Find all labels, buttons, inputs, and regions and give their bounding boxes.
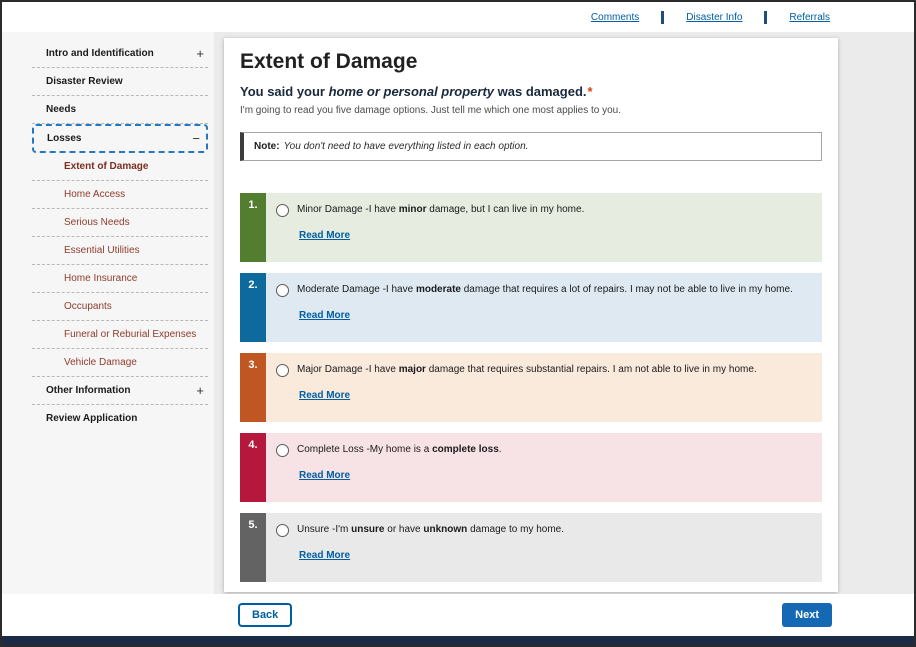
sidebar-item-intro-and-identification[interactable]: Intro and Identification + [32, 40, 208, 68]
note-box: Note: You don't need to have everything l… [240, 132, 822, 161]
note-text: You don't need to have everything listed… [284, 141, 529, 152]
top-link-referrals[interactable]: Referrals [789, 12, 830, 23]
sidebar-item-label: Losses [47, 133, 81, 144]
link-separator [764, 11, 767, 24]
option-text: Complete Loss -My home is a complete los… [297, 443, 502, 457]
damage-option-unsure: 5. Unsure -I'm unsure or have unknown da… [240, 513, 822, 582]
top-navigation: Comments Disaster Info Referrals [2, 2, 914, 32]
back-button[interactable]: Back [238, 603, 292, 627]
read-more-link[interactable]: Read More [299, 390, 350, 401]
option-number: 5. [240, 513, 266, 582]
top-link-disaster-info[interactable]: Disaster Info [686, 12, 742, 23]
main-content: Extent of Damage You said your home or p… [224, 38, 838, 592]
next-button[interactable]: Next [782, 603, 832, 627]
damage-option-major: 3. Major Damage -I have major damage tha… [240, 353, 822, 422]
option-text: Minor Damage -I have minor damage, but I… [297, 203, 584, 217]
damage-options-list: 1. Minor Damage -I have minor damage, bu… [240, 193, 822, 582]
sidebar-item-disaster-review[interactable]: Disaster Review [32, 68, 208, 96]
note-label: Note: [254, 141, 280, 152]
option-number: 2. [240, 273, 266, 342]
option-number: 1. [240, 193, 266, 262]
sidebar-nav: Intro and Identification + Disaster Revi… [32, 40, 208, 432]
radio-button-moderate-damage[interactable] [276, 284, 289, 297]
radio-button-complete-loss[interactable] [276, 444, 289, 457]
radio-button-minor-damage[interactable] [276, 204, 289, 217]
radio-button-unsure[interactable] [276, 524, 289, 537]
instruction-text: I'm going to read you five damage option… [240, 105, 822, 116]
sidebar-item-label: Disaster Review [46, 76, 123, 87]
sidebar-item-label: Intro and Identification [46, 48, 154, 59]
option-text: Major Damage -I have major damage that r… [297, 363, 757, 377]
sidebar-subitem-home-insurance[interactable]: Home Insurance [32, 265, 208, 293]
required-asterisk: * [588, 84, 593, 99]
sidebar-item-review-application[interactable]: Review Application [32, 405, 208, 432]
option-text: Moderate Damage -I have moderate damage … [297, 283, 793, 297]
sidebar-subitem-essential-utilities[interactable]: Essential Utilities [32, 237, 208, 265]
sidebar-subitem-home-access[interactable]: Home Access [32, 181, 208, 209]
option-number: 4. [240, 433, 266, 502]
damage-option-minor: 1. Minor Damage -I have minor damage, bu… [240, 193, 822, 262]
read-more-link[interactable]: Read More [299, 310, 350, 321]
collapse-icon[interactable]: − [192, 134, 200, 144]
sidebar-subitem-funeral-or-reburial-expenses[interactable]: Funeral or Reburial Expenses [32, 321, 208, 349]
sidebar-item-label: Review Application [46, 413, 137, 424]
read-more-link[interactable]: Read More [299, 230, 350, 241]
action-bar: Back Next [2, 594, 914, 636]
link-separator [661, 11, 664, 24]
sidebar-item-losses[interactable]: Losses − [32, 124, 208, 153]
read-more-link[interactable]: Read More [299, 550, 350, 561]
footer-strip [2, 636, 914, 645]
sidebar-item-other-information[interactable]: Other Information + [32, 377, 208, 405]
sidebar-item-label: Needs [46, 104, 76, 115]
radio-button-major-damage[interactable] [276, 364, 289, 377]
option-text: Unsure -I'm unsure or have unknown damag… [297, 523, 564, 537]
expand-icon[interactable]: + [196, 49, 204, 59]
sidebar-panel: Intro and Identification + Disaster Revi… [2, 32, 214, 594]
page-title: Extent of Damage [240, 50, 822, 74]
damage-statement: You said your home or personal property … [240, 84, 822, 99]
sidebar-subitem-vehicle-damage[interactable]: Vehicle Damage [32, 349, 208, 377]
expand-icon[interactable]: + [196, 386, 204, 396]
damage-option-moderate: 2. Moderate Damage -I have moderate dama… [240, 273, 822, 342]
sidebar-subitem-occupants[interactable]: Occupants [32, 293, 208, 321]
option-number: 3. [240, 353, 266, 422]
sidebar-item-needs[interactable]: Needs [32, 96, 208, 124]
top-link-comments[interactable]: Comments [591, 12, 639, 23]
sidebar-item-label: Other Information [46, 385, 130, 396]
sidebar-subitem-extent-of-damage[interactable]: Extent of Damage [32, 153, 208, 181]
damage-option-complete-loss: 4. Complete Loss -My home is a complete … [240, 433, 822, 502]
app-window: Comments Disaster Info Referrals Intro a… [0, 0, 916, 647]
read-more-link[interactable]: Read More [299, 470, 350, 481]
sidebar-subitem-serious-needs[interactable]: Serious Needs [32, 209, 208, 237]
